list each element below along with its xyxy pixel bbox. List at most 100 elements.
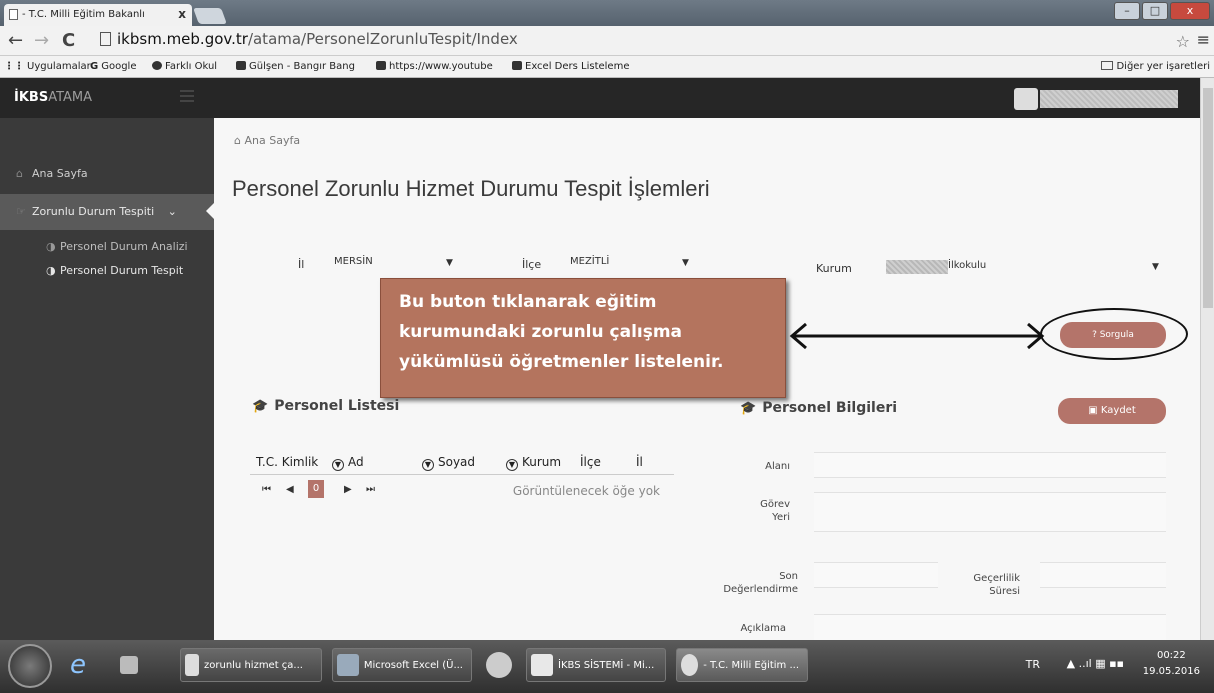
column-soyad[interactable]: ▼ Soyad [422, 455, 475, 471]
scrollbar-thumb[interactable] [1203, 88, 1213, 308]
alani-input[interactable] [814, 452, 1166, 478]
internet-explorer-icon[interactable]: e [70, 648, 86, 682]
sidebar-subitem-personel-durum-tespit[interactable]: ◑ Personel Durum Tespit [0, 264, 214, 277]
bookmark-gulsen[interactable]: Gülşen - Bangır Bang [236, 61, 355, 72]
column-il[interactable]: İl [636, 455, 643, 469]
reload-icon[interactable]: C [62, 31, 75, 51]
folder-icon [1101, 61, 1114, 70]
taskbar-task-word[interactable]: İKBS SİSTEMİ - Mi... [526, 648, 666, 682]
callout-line-1: Bu buton tıklanarak eğitim [399, 292, 657, 312]
maximize-button[interactable]: □ [1142, 2, 1168, 20]
first-page-icon[interactable]: ⏮ [262, 484, 271, 495]
kaydet-label: Kaydet [1100, 405, 1136, 416]
label-line: Geçerlilik [973, 573, 1020, 584]
callout-annotation: Bu buton tıklanarak eğitim kurumundaki z… [380, 278, 786, 398]
personel-grid-header: T.C. Kimlik ▼ Ad ▼ Soyad ▼ Kurum İlçe İl [250, 451, 674, 475]
label-line: Değerlendirme [723, 584, 798, 595]
new-tab-button[interactable] [193, 8, 227, 24]
prev-page-icon[interactable]: ◀ [286, 484, 294, 495]
gecerlilik-suresi-input[interactable] [1040, 562, 1166, 588]
sidebar-item-label: Ana Sayfa [32, 167, 88, 180]
tray-icons[interactable]: ▲ ..ıl ▦ ▪▪ [1067, 657, 1124, 670]
bookmark-youtube[interactable]: https://www.youtube [376, 61, 493, 72]
il-label: İl [298, 258, 305, 271]
breadcrumb[interactable]: ⌂ Ana Sayfa [234, 134, 300, 147]
browser-tab[interactable]: - T.C. Milli Eğitim Bakanlı x [4, 4, 192, 26]
gorev-yeri-input[interactable] [814, 492, 1166, 532]
minimize-button[interactable]: – [1114, 2, 1140, 20]
il-select[interactable]: MERSİN [334, 256, 373, 267]
taskbar-task-chrome[interactable]: - T.C. Milli Eğitim ... [676, 648, 808, 682]
ilce-select[interactable]: MEZİTLİ [570, 256, 609, 267]
bookmark-label: Farklı Okul [165, 61, 218, 72]
son-degerlendirme-input[interactable] [814, 562, 938, 588]
ilce-dropdown-caret-icon[interactable]: ▼ [682, 258, 689, 268]
il-dropdown-caret-icon[interactable]: ▼ [446, 258, 453, 268]
sidebar-item-label: Zorunlu Durum Tespiti [32, 205, 155, 218]
current-page[interactable]: 0 [308, 480, 324, 498]
taskbar-task-word-doc[interactable]: zorunlu hizmet ça... [180, 648, 322, 682]
chrome-pinned-icon[interactable] [486, 648, 517, 682]
taskbar-task-excel[interactable]: Microsoft Excel (Ü... [332, 648, 472, 682]
user-name[interactable] [1040, 90, 1178, 108]
system-clock[interactable]: 00:22 19.05.2016 [1143, 648, 1200, 680]
home-icon: ⌂ [234, 134, 241, 147]
personel-bilgileri-title: 🎓 Personel Bilgileri [740, 400, 897, 416]
sidebar: ⌂ Ana Sayfa ☞ Zorunlu Durum Tespiti ⌄ ◑ Per… [0, 118, 215, 640]
next-page-icon[interactable]: ▶ [344, 484, 352, 495]
bookmark-farkli-okul[interactable]: Farklı Okul [152, 61, 217, 72]
back-arrow-icon[interactable]: ← [8, 31, 23, 51]
bookmark-apps[interactable]: ⋮⋮ Uygulamalar [4, 61, 91, 72]
home-icon: ⌂ [16, 167, 23, 180]
filter-icon[interactable]: ▼ [332, 459, 344, 471]
aciklama-textarea[interactable] [814, 614, 1166, 640]
column-ad[interactable]: ▼ Ad [332, 455, 364, 471]
gecerlilik-suresi-label: Geçerlilik Süresi [950, 572, 1020, 598]
kurum-select[interactable]: İlkokulu [948, 260, 986, 271]
sidebar-toggle-icon[interactable] [180, 90, 194, 102]
double-arrow-icon [789, 322, 1045, 350]
other-bookmarks[interactable]: Diğer yer işaretleri [1101, 61, 1210, 72]
bookmark-label: Excel Ders Listeleme [525, 61, 630, 72]
tab-close-button[interactable]: x [178, 7, 186, 21]
filter-icon[interactable]: ▼ [422, 459, 434, 471]
sidebar-item-ana-sayfa[interactable]: ⌂ Ana Sayfa [0, 164, 214, 184]
user-avatar[interactable] [1014, 88, 1038, 110]
kurum-dropdown-caret-icon[interactable]: ▼ [1152, 262, 1159, 272]
close-window-button[interactable]: x [1170, 2, 1210, 20]
bookmark-google[interactable]: G Google [90, 61, 136, 72]
browser-titlebar: - T.C. Milli Eğitim Bakanlı x – □ x [0, 0, 1214, 26]
bookmark-star-icon[interactable]: ☆ [1176, 32, 1190, 51]
column-tc-kimlik[interactable]: T.C. Kimlik [256, 455, 318, 469]
browser-toolbar: ← → C ikbsm.meb.gov.tr/atama/PersonelZor… [0, 26, 1214, 56]
kaydet-button[interactable]: ▣ Kaydet [1058, 398, 1166, 424]
pager-empty-message: Görüntülenecek öğe yok [512, 484, 660, 498]
media-player-icon[interactable] [120, 648, 143, 682]
section-title-text: Personel Listesi [274, 398, 400, 414]
language-indicator[interactable]: TR [1026, 658, 1040, 671]
column-ilce[interactable]: İlçe [580, 455, 601, 469]
aciklama-label: Açıklama [740, 623, 786, 634]
clock-time: 00:22 [1156, 650, 1186, 661]
column-kurum[interactable]: ▼ Kurum [506, 455, 561, 471]
sidebar-item-zorunlu-durum-tespiti[interactable]: ☞ Zorunlu Durum Tespiti ⌄ [0, 194, 215, 230]
page-icon [100, 32, 111, 46]
circle-half-icon: ◑ [46, 264, 56, 277]
app-logo[interactable]: İKBSATAMA [14, 90, 92, 105]
filter-icon[interactable]: ▼ [506, 459, 518, 471]
section-title-text: Personel Bilgileri [762, 400, 898, 416]
page-scrollbar[interactable] [1200, 78, 1214, 640]
bookmark-excel[interactable]: Excel Ders Listeleme [512, 61, 629, 72]
task-label: İKBS SİSTEMİ - Mi... [558, 659, 655, 671]
page-title: Personel Zorunlu Hizmet Durumu Tespit İş… [232, 176, 710, 201]
window-controls: – □ x [1114, 2, 1210, 20]
task-label: zorunlu hizmet ça... [204, 659, 303, 671]
sidebar-subitem-personel-durum-analizi[interactable]: ◑ Personel Durum Analizi [0, 240, 214, 253]
menu-icon[interactable]: ≡ [1197, 30, 1210, 49]
last-page-icon[interactable]: ⏭ [366, 484, 375, 495]
forward-arrow-icon[interactable]: → [34, 31, 49, 51]
document-icon [185, 654, 199, 676]
app-header: İKBSATAMA [0, 78, 1214, 118]
start-button[interactable] [8, 644, 52, 688]
address-bar[interactable]: ikbsm.meb.gov.tr/atama/PersonelZorunluTe… [100, 30, 518, 48]
